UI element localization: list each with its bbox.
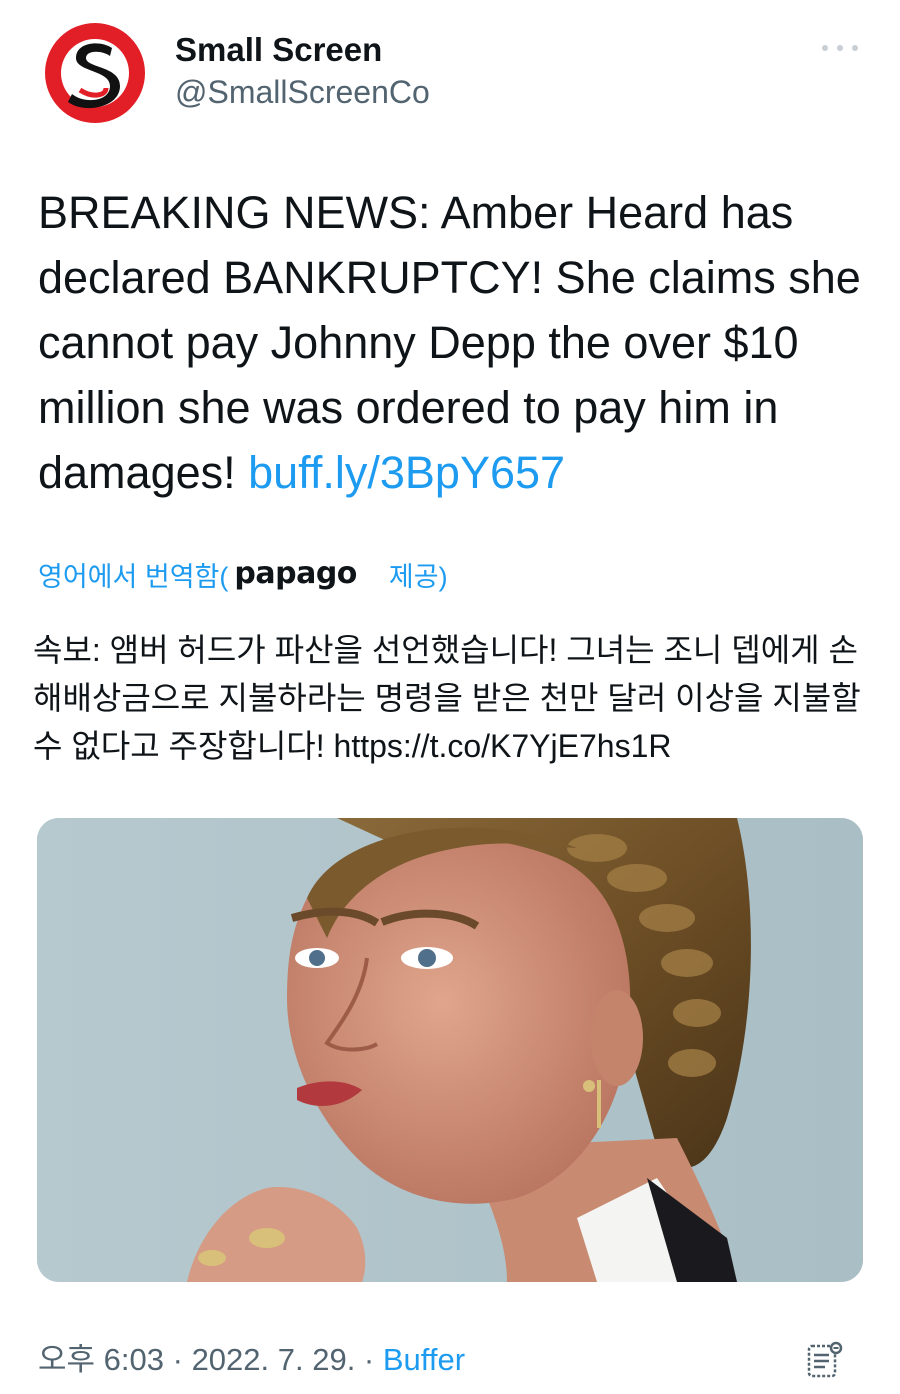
- tweet-time[interactable]: 오후 6:03: [38, 1342, 164, 1377]
- tweet-date[interactable]: 2022. 7. 29.: [192, 1342, 356, 1377]
- papago-logo: papago: [234, 556, 357, 591]
- tweet-card: Small Screen @SmallScreenCo BREAKING NEW…: [0, 0, 900, 1394]
- translation-attribution[interactable]: 영어에서 번역함( papago 제공): [38, 552, 448, 602]
- translation-prefix: 영어에서 번역함(: [38, 562, 229, 592]
- tweet-link[interactable]: buff.ly/3BpY657: [248, 447, 565, 498]
- more-horizontal-icon[interactable]: [820, 36, 860, 60]
- meta-separator: ·: [355, 1342, 383, 1377]
- author-display-name[interactable]: Small Screen: [175, 30, 430, 70]
- author-handle[interactable]: @SmallScreenCo: [175, 70, 430, 114]
- tweet-source[interactable]: Buffer: [383, 1342, 465, 1377]
- translation-suffix: 제공): [388, 562, 448, 592]
- tweet-text: BREAKING NEWS: Amber Heard has declared …: [38, 180, 868, 505]
- tweet-meta: 오후 6:03 · 2022. 7. 29. · Buffer: [38, 1336, 465, 1384]
- author-avatar[interactable]: [40, 18, 150, 128]
- view-analytics-icon[interactable]: [805, 1340, 845, 1380]
- meta-separator: ·: [164, 1342, 192, 1377]
- author-info: Small Screen @SmallScreenCo: [175, 30, 430, 114]
- tweet-photo[interactable]: [37, 818, 863, 1282]
- translated-text: 속보: 앰버 허드가 파산을 선언했습니다! 그녀는 조니 뎁에게 손해배상금으…: [33, 632, 861, 764]
- small-screen-s-logo-icon: [40, 18, 150, 128]
- woman-portrait-photo: [37, 818, 863, 1282]
